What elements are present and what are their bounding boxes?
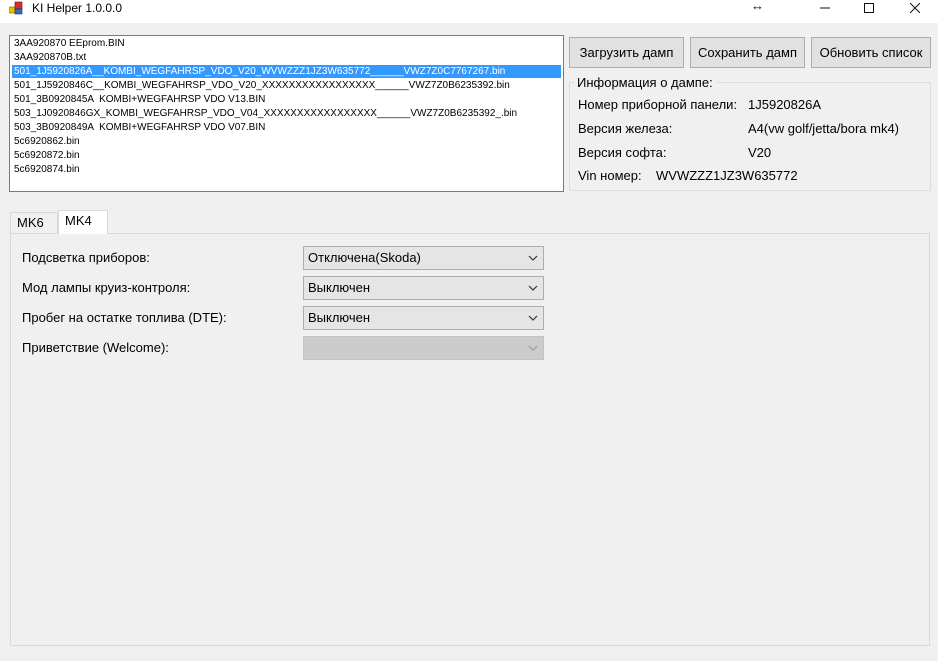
backlight-value: Отключена(Skoda)	[308, 250, 421, 265]
refresh-list-button[interactable]: Обновить список	[811, 37, 931, 68]
save-dump-button[interactable]: Сохранить дамп	[690, 37, 805, 68]
software-version-value: V20	[748, 145, 772, 160]
vin-label: Vin номер:	[578, 168, 642, 183]
file-list-item[interactable]: 5c6920862.bin	[12, 135, 561, 148]
dump-file-list[interactable]: 3AA920870 EEprom.BIN 3AA920870B.txt 501_1J…	[9, 35, 564, 192]
dte-value: Выключен	[308, 310, 371, 325]
welcome-label: Приветствие (Welcome):	[22, 340, 169, 355]
resize-cursor-icon: ↔	[751, 0, 764, 13]
chevron-down-icon	[528, 315, 538, 321]
backlight-label: Подсветка приборов:	[22, 250, 150, 265]
close-icon	[910, 3, 920, 13]
load-dump-button[interactable]: Загрузить дамп	[569, 37, 684, 68]
chevron-down-icon	[528, 345, 538, 351]
file-list-item[interactable]: 501_1J5920826A__KOMBI_WEGFAHRSP_VDO_V20_…	[12, 65, 561, 78]
hardware-version-label: Версия железа:	[578, 121, 673, 136]
tab-mk4[interactable]: MK4	[58, 210, 108, 234]
backlight-select[interactable]: Отключена(Skoda)	[303, 246, 544, 270]
file-list-item[interactable]: 5c6920874.bin	[12, 163, 561, 176]
file-list-item[interactable]: 501_1J5920846C__KOMBI_WEGFAHRSP_VDO_V20_…	[12, 79, 561, 92]
file-list-item[interactable]: 3AA920870 EEprom.BIN	[12, 37, 561, 50]
tab-mk6[interactable]: MK6	[10, 212, 58, 234]
cruise-lamp-select[interactable]: Выключен	[303, 276, 544, 300]
title-bar: KI Helper 1.0.0.0 ↔	[0, 0, 938, 23]
panel-number-label: Номер приборной панели:	[578, 97, 738, 112]
minimize-button[interactable]	[802, 0, 848, 16]
cruise-lamp-value: Выключен	[308, 280, 371, 295]
panel-number-value: 1J5920826A	[748, 97, 822, 112]
file-list-item[interactable]: 503_3B0920849A KOMBI+WEGFAHRSP VDO V07.B…	[12, 121, 561, 134]
chevron-down-icon	[528, 285, 538, 291]
file-list-item[interactable]: 3AA920870B.txt	[12, 51, 561, 64]
chevron-down-icon	[528, 255, 538, 261]
file-list-item[interactable]: 503_1J0920846GX_KOMBI_WEGFAHRSP_VDO_V04_…	[12, 107, 561, 120]
app-icon	[9, 1, 23, 15]
software-version-label: Версия софта:	[578, 145, 667, 160]
dte-select[interactable]: Выключен	[303, 306, 544, 330]
vin-value: WVWZZZ1JZ3W635772	[656, 168, 798, 183]
welcome-select[interactable]	[303, 336, 544, 360]
file-list-item[interactable]: 5c6920872.bin	[12, 149, 561, 162]
hardware-version-value: A4(vw golf/jetta/bora mk4)	[748, 121, 900, 136]
close-button[interactable]	[892, 0, 938, 16]
dte-label: Пробег на остатке топлива (DTE):	[22, 310, 227, 325]
cruise-lamp-label: Мод лампы круиз-контроля:	[22, 280, 191, 295]
maximize-icon	[864, 3, 874, 13]
minimize-icon	[820, 7, 830, 9]
window-title: KI Helper 1.0.0.0	[32, 1, 123, 15]
dump-info-legend: Информация о дампе:	[574, 75, 717, 90]
file-list-item[interactable]: 501_3B0920845A KOMBI+WEGFAHRSP VDO V13.B…	[12, 93, 561, 106]
maximize-button[interactable]	[846, 0, 892, 16]
